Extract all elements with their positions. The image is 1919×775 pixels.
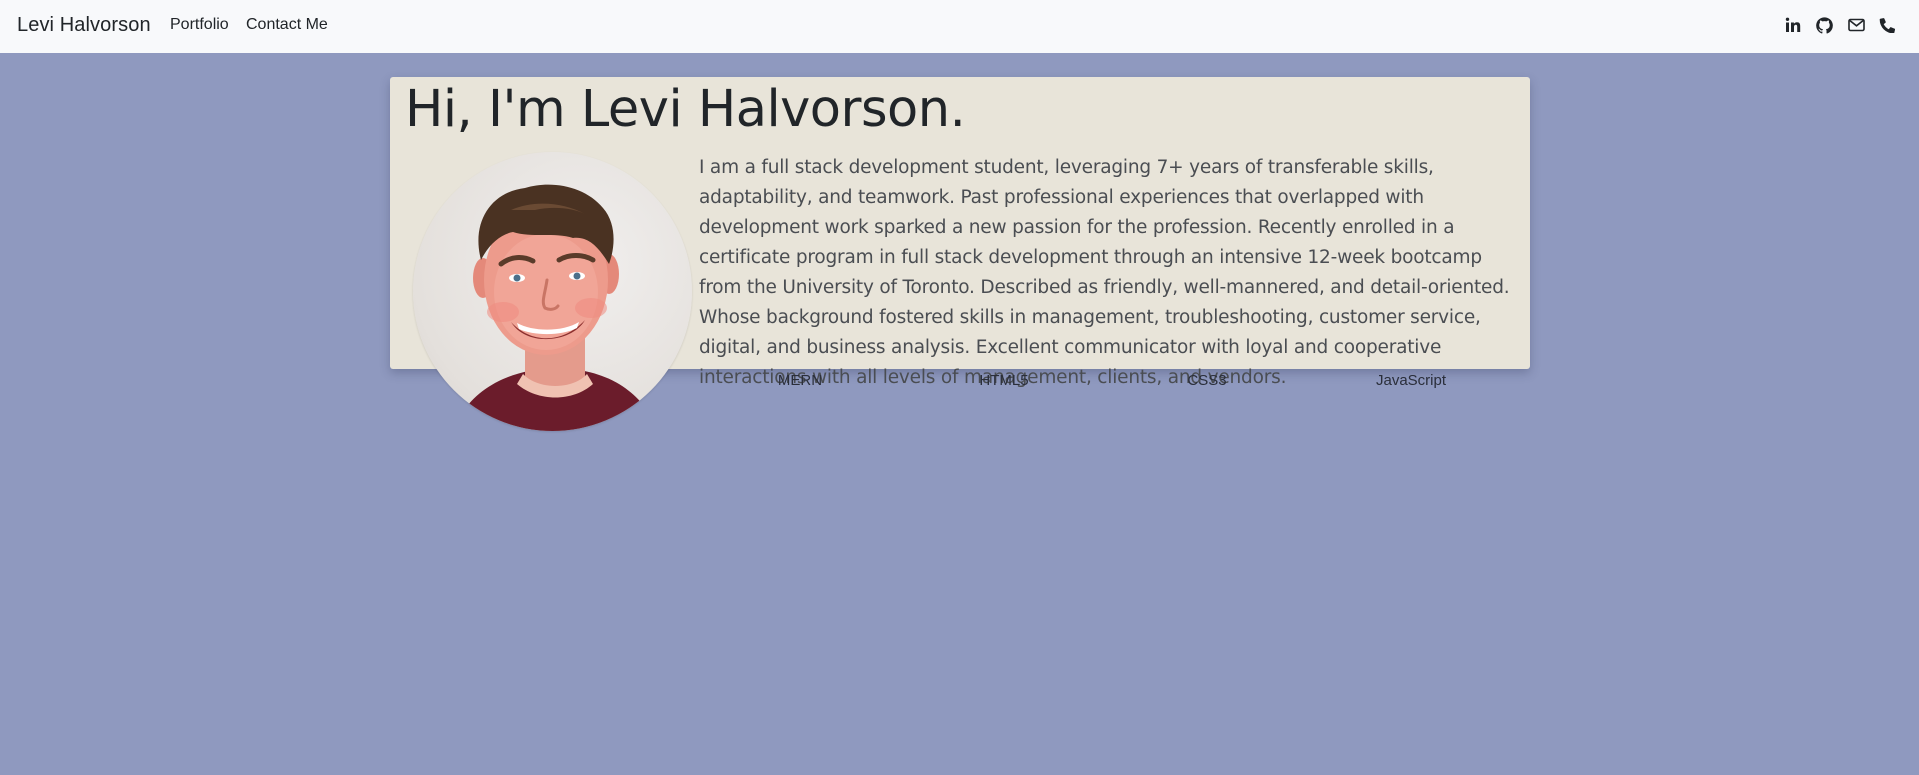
skill-label: JavaScript	[1375, 372, 1447, 389]
phone-icon[interactable]	[1877, 15, 1897, 35]
nav-link-contact-me[interactable]: Contact Me	[246, 16, 328, 34]
skill-label: HTML5	[979, 372, 1029, 389]
top-navbar: Levi Halvorson Portfolio Contact Me	[0, 0, 1919, 53]
nav-link-portfolio[interactable]: Portfolio	[170, 16, 229, 34]
skills-row: MERN HTML5 CSS3 JavaScript	[700, 372, 1530, 394]
skill-label: CSS3	[1187, 372, 1227, 389]
profile-photo	[453, 184, 658, 431]
bio-paragraph: I am a full stack development student, l…	[699, 157, 1510, 388]
brand-link[interactable]: Levi Halvorson	[17, 14, 151, 37]
hero-title: Hi, I'm Levi Halvorson.	[405, 80, 966, 139]
skill-label: MERN	[777, 372, 823, 389]
linkedin-icon[interactable]	[1783, 15, 1803, 35]
github-icon[interactable]	[1814, 15, 1834, 35]
profile-avatar	[413, 152, 692, 431]
mail-icon[interactable]	[1846, 15, 1866, 35]
